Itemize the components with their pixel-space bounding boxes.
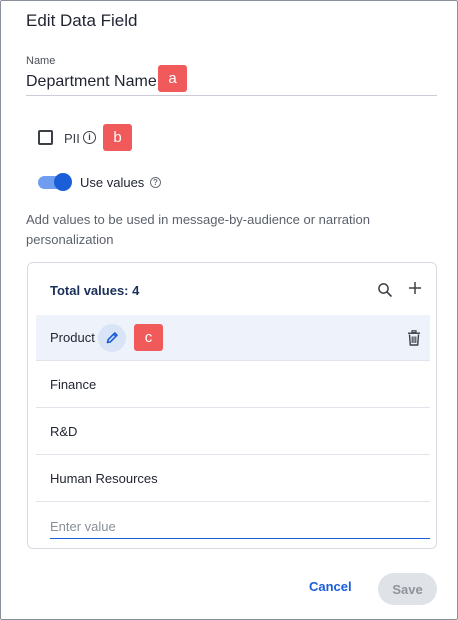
name-field-input[interactable]: Department Name (26, 73, 157, 91)
pii-label: PII (64, 131, 80, 146)
info-icon[interactable]: i (83, 131, 96, 144)
name-field-label: Name (26, 55, 56, 67)
total-values-label: Total values: 4 (50, 283, 140, 298)
trash-icon[interactable] (407, 330, 421, 346)
name-field-underline (26, 95, 437, 96)
use-values-label: Use values (80, 175, 145, 190)
value-row-human-resources[interactable]: Human Resources (36, 456, 430, 502)
cancel-button[interactable]: Cancel (309, 579, 352, 594)
value-row-label: R&D (50, 424, 78, 439)
dialog-title: Edit Data Field (26, 11, 138, 30)
help-icon[interactable]: ? (150, 177, 161, 188)
values-panel: Total values: 4 Product c Finance R&D Hu… (27, 262, 437, 549)
values-description: Add values to be used in message-by-audi… (26, 212, 370, 247)
edit-data-field-dialog: Edit Data Field Name Department Name a P… (0, 0, 458, 620)
plus-icon[interactable] (407, 280, 423, 298)
search-icon[interactable] (377, 282, 393, 298)
value-row-rnd[interactable]: R&D (36, 409, 430, 455)
value-row-product[interactable]: Product (36, 315, 430, 361)
value-row-finance[interactable]: Finance (36, 362, 430, 408)
annotation-marker-c: c (134, 324, 163, 351)
value-row-label: Human Resources (50, 471, 158, 486)
toggle-thumb (54, 173, 72, 191)
annotation-marker-a: a (158, 65, 187, 92)
value-row-label: Product (50, 330, 95, 345)
enter-value-input[interactable] (50, 515, 430, 539)
value-row-label: Finance (50, 377, 97, 392)
pencil-icon[interactable] (98, 324, 126, 352)
pii-checkbox[interactable] (38, 130, 53, 145)
save-button[interactable]: Save (378, 573, 437, 605)
use-values-toggle[interactable] (36, 173, 72, 191)
annotation-marker-b: b (103, 124, 132, 151)
